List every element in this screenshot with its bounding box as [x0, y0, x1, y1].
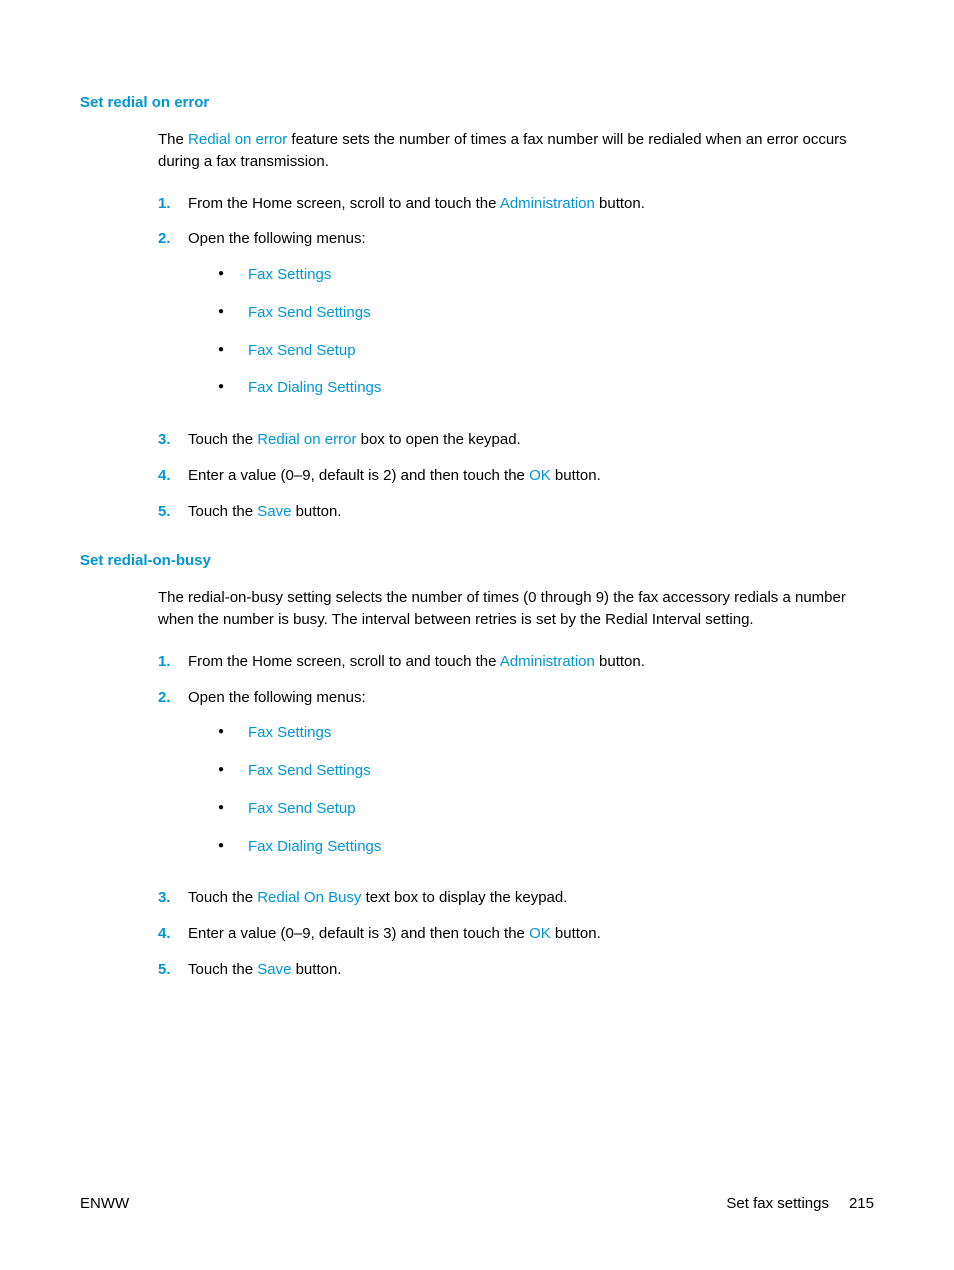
step-item: 1. From the Home screen, scroll to and t… — [158, 193, 874, 215]
bullet-item: ●Fax Send Setup — [218, 798, 874, 820]
ui-term: Save — [257, 503, 291, 520]
step-number: 3. — [158, 887, 188, 909]
step-list: 1. From the Home screen, scroll to and t… — [158, 193, 874, 523]
bullet-dot-icon: ● — [218, 836, 248, 856]
bullet-dot-icon: ● — [218, 340, 248, 360]
step-text: Touch the Redial On Busy text box to dis… — [188, 887, 874, 909]
step-item: 4. Enter a value (0–9, default is 3) and… — [158, 923, 874, 945]
step-text: Touch the Save button. — [188, 501, 874, 523]
menu-name: Fax Send Setup — [248, 798, 356, 820]
text: button. — [595, 195, 645, 212]
bullet-list: ●Fax Settings ●Fax Send Settings ●Fax Se… — [218, 722, 874, 857]
bullet-dot-icon: ● — [218, 798, 248, 818]
step-number: 4. — [158, 923, 188, 945]
text: Touch the — [188, 503, 257, 520]
ui-term: Redial on error — [188, 131, 287, 148]
menu-name: Fax Settings — [248, 722, 331, 744]
ui-term: Redial on error — [257, 431, 356, 448]
text: Touch the — [188, 431, 257, 448]
footer-section-label: Set fax settings — [726, 1195, 829, 1212]
intro-paragraph: The redial-on-busy setting selects the n… — [158, 587, 874, 631]
text: Enter a value (0–9, default is 3) and th… — [188, 925, 529, 942]
bullet-dot-icon: ● — [218, 264, 248, 284]
step-text: From the Home screen, scroll to and touc… — [188, 193, 874, 215]
menu-name: Fax Send Setup — [248, 340, 356, 362]
text: button. — [551, 467, 601, 484]
step-item: 3. Touch the Redial On Busy text box to … — [158, 887, 874, 909]
step-item: 2. Open the following menus: ●Fax Settin… — [158, 687, 874, 874]
section-heading: Set redial-on-busy — [80, 552, 874, 569]
bullet-list: ●Fax Settings ●Fax Send Settings ●Fax Se… — [218, 264, 874, 399]
step-number: 1. — [158, 651, 188, 673]
text: The redial-on-busy setting selects the n… — [158, 589, 846, 628]
step-item: 4. Enter a value (0–9, default is 2) and… — [158, 465, 874, 487]
text: Enter a value (0–9, default is 2) and th… — [188, 467, 529, 484]
step-number: 3. — [158, 429, 188, 451]
step-item: 2. Open the following menus: ●Fax Settin… — [158, 228, 874, 415]
bullet-item: ●Fax Dialing Settings — [218, 377, 874, 399]
section-body: The Redial on error feature sets the num… — [158, 129, 874, 522]
text: Open the following menus: — [188, 689, 366, 706]
step-item: 3. Touch the Redial on error box to open… — [158, 429, 874, 451]
text: Open the following menus: — [188, 230, 366, 247]
step-number: 2. — [158, 687, 188, 874]
step-text: Open the following menus: ●Fax Settings … — [188, 228, 874, 415]
step-text: Touch the Redial on error box to open th… — [188, 429, 874, 451]
step-item: 1. From the Home screen, scroll to and t… — [158, 651, 874, 673]
page-footer: ENWW Set fax settings 215 — [80, 1195, 874, 1212]
ui-term: Administration — [500, 195, 595, 212]
page-number: 215 — [849, 1195, 874, 1212]
bullet-dot-icon: ● — [218, 722, 248, 742]
bullet-item: ●Fax Settings — [218, 264, 874, 286]
footer-right: Set fax settings 215 — [726, 1195, 874, 1212]
bullet-item: ●Fax Send Setup — [218, 340, 874, 362]
step-list: 1. From the Home screen, scroll to and t… — [158, 651, 874, 981]
menu-name: Fax Dialing Settings — [248, 377, 381, 399]
menu-name: Fax Settings — [248, 264, 331, 286]
step-number: 1. — [158, 193, 188, 215]
text: The — [158, 131, 188, 148]
menu-name: Fax Send Settings — [248, 302, 371, 324]
step-number: 5. — [158, 959, 188, 981]
ui-term: Administration — [500, 653, 595, 670]
step-number: 5. — [158, 501, 188, 523]
ui-term: Redial On Busy — [257, 889, 361, 906]
step-text: Enter a value (0–9, default is 3) and th… — [188, 923, 874, 945]
ui-term: OK — [529, 467, 551, 484]
text: button. — [595, 653, 645, 670]
step-text: From the Home screen, scroll to and touc… — [188, 651, 874, 673]
text: button. — [551, 925, 601, 942]
bullet-item: ●Fax Dialing Settings — [218, 836, 874, 858]
section-heading: Set redial on error — [80, 94, 874, 111]
step-text: Touch the Save button. — [188, 959, 874, 981]
footer-left: ENWW — [80, 1195, 129, 1212]
text: Touch the — [188, 961, 257, 978]
bullet-dot-icon: ● — [218, 302, 248, 322]
text: button. — [291, 503, 341, 520]
menu-name: Fax Dialing Settings — [248, 836, 381, 858]
step-text: Open the following menus: ●Fax Settings … — [188, 687, 874, 874]
bullet-dot-icon: ● — [218, 377, 248, 397]
bullet-item: ●Fax Settings — [218, 722, 874, 744]
intro-paragraph: The Redial on error feature sets the num… — [158, 129, 874, 173]
bullet-item: ●Fax Send Settings — [218, 760, 874, 782]
section-body: The redial-on-busy setting selects the n… — [158, 587, 874, 980]
text: box to open the keypad. — [356, 431, 520, 448]
step-item: 5. Touch the Save button. — [158, 501, 874, 523]
text: Touch the — [188, 889, 257, 906]
bullet-item: ●Fax Send Settings — [218, 302, 874, 324]
bullet-dot-icon: ● — [218, 760, 248, 780]
ui-term: OK — [529, 925, 551, 942]
text: text box to display the keypad. — [361, 889, 567, 906]
step-number: 4. — [158, 465, 188, 487]
menu-name: Fax Send Settings — [248, 760, 371, 782]
step-item: 5. Touch the Save button. — [158, 959, 874, 981]
step-text: Enter a value (0–9, default is 2) and th… — [188, 465, 874, 487]
page-content: Set redial on error The Redial on error … — [0, 0, 954, 981]
text: button. — [291, 961, 341, 978]
text: From the Home screen, scroll to and touc… — [188, 195, 500, 212]
step-number: 2. — [158, 228, 188, 415]
ui-term: Save — [257, 961, 291, 978]
text: From the Home screen, scroll to and touc… — [188, 653, 500, 670]
